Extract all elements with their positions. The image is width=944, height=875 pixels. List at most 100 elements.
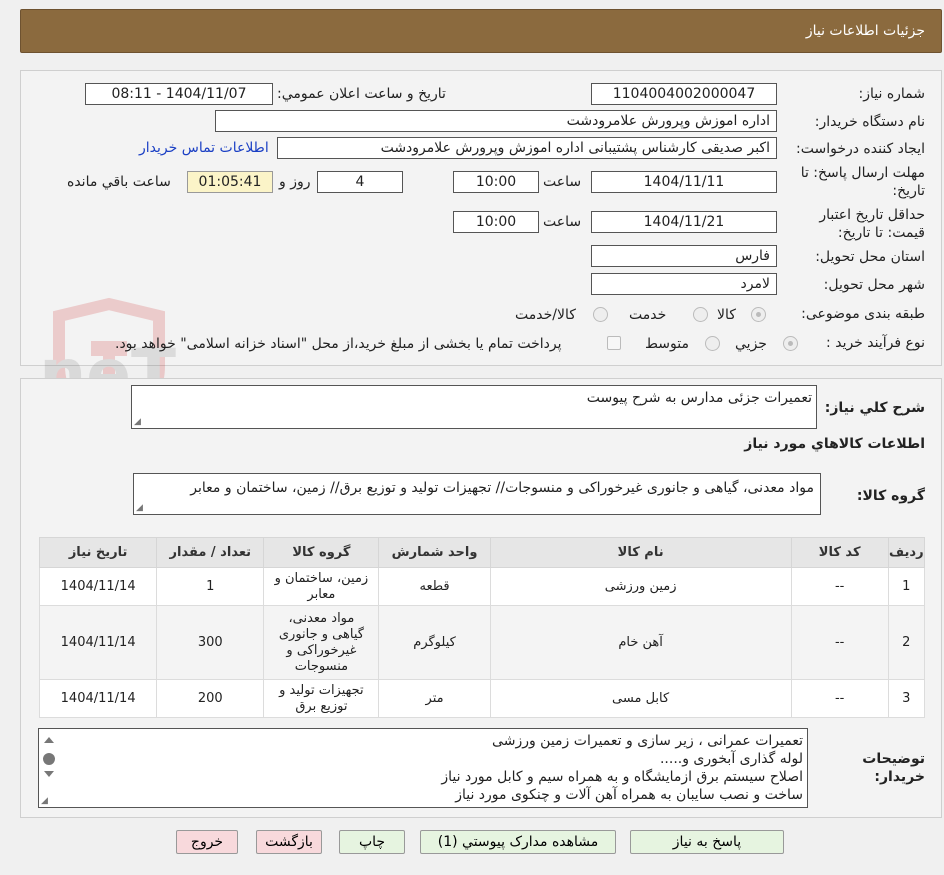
col-name: نام کالا: [489, 537, 792, 568]
col-unit: واحد شمارش: [378, 537, 491, 568]
city-field: لامرد: [591, 273, 777, 295]
cell-group: مواد معدنی، گیاهی و جانوری غیرخوراکی و م…: [263, 605, 380, 680]
category-goods-label: کالا: [717, 307, 736, 323]
col-date: تاريخ نياز: [38, 537, 158, 568]
cell-row: 2: [887, 605, 926, 680]
group-line: معابر: [307, 586, 336, 602]
need-number-field: 1104004002000047: [591, 83, 777, 105]
group-line: مواد معدنی،: [288, 610, 355, 626]
need-info-panel: AriaTender.neT شماره نیاز: 1104004002000…: [20, 70, 942, 435]
resize-grip-icon[interactable]: ◢: [136, 503, 143, 513]
validity-label: حداقل تاريخ اعتبار: [819, 207, 925, 223]
buyer-notes-textarea[interactable]: تعمیرات عمرانی ، زیر سازی و تعمیرات زمین…: [38, 728, 808, 808]
note-line: ساخت و نصب سایبان به همراه آهن آلات و چن…: [455, 787, 803, 803]
table-row: 1 -- زمین ورزشی قطعه زمین، ساختمان و معا…: [38, 567, 926, 606]
validity-time-field: 10:00: [453, 211, 539, 233]
need-number-label: شماره نیاز:: [858, 86, 926, 102]
cell-name: کابل مسی: [489, 679, 792, 718]
process-medium-radio[interactable]: [705, 336, 720, 351]
cell-date: 1404/11/14: [38, 567, 158, 606]
note-line: تعمیرات عمرانی ، زیر سازی و تعمیرات زمین…: [492, 733, 803, 749]
table-header-row: رديف کد کالا نام کالا واحد شمارش گروه کا…: [38, 537, 926, 568]
requester-field: اکبر صدیقی کارشناس پشتیبانی اداره اموزش …: [277, 137, 777, 159]
goods-section-title: اطلاعات کالاهاي مورد نياز: [744, 436, 925, 452]
cell-date: 1404/11/14: [38, 679, 158, 718]
notes-scrollbar[interactable]: [41, 733, 57, 805]
cell-date: 1404/11/14: [38, 605, 158, 680]
process-small-radio[interactable]: [783, 336, 798, 351]
remaining-time-label: ساعت باقي مانده: [67, 174, 171, 190]
scroll-up-icon: [44, 737, 54, 743]
cell-code: --: [790, 605, 889, 680]
print-button[interactable]: چاپ: [339, 830, 405, 854]
goods-group-label: گروه کالا:: [856, 488, 925, 504]
description-text: تعمیرات جزئی مدارس به شرح پیوست: [586, 390, 812, 406]
buyer-org-label: نام دستگاه خريدار:: [814, 114, 925, 130]
goods-group-textarea[interactable]: مواد معدنی، گیاهی و جانوری غیرخوراکی و م…: [133, 473, 821, 515]
cell-qty: 300: [156, 605, 265, 680]
note-line: اصلاح سیستم برق ازمایشگاه و به همراه سیم…: [441, 769, 803, 785]
col-qty: تعداد / مقدار: [156, 537, 265, 568]
page-header: جزئیات اطلاعات نیاز: [20, 9, 942, 53]
province-field: فارس: [591, 245, 777, 267]
note-line: لوله گذاری آبخوری و.....: [659, 751, 803, 767]
cell-name: زمین ورزشی: [489, 567, 792, 606]
process-label: نوع فرآيند خريد :: [826, 335, 925, 351]
description-label: شرح کلي نياز:: [824, 400, 925, 416]
group-line: تجهیزات تولید و: [279, 682, 364, 698]
group-line: زمین، ساختمان و: [274, 570, 369, 586]
cell-group: زمین، ساختمان و معابر: [263, 567, 380, 606]
page-title: جزئیات اطلاعات نیاز: [805, 23, 925, 39]
category-label: طبقه بندی موضوعی:: [801, 306, 925, 322]
col-row: رديف: [887, 537, 926, 568]
col-group: گروه کالا: [263, 537, 380, 568]
cell-qty: 1: [156, 567, 265, 606]
category-service-label: خدمت: [629, 307, 667, 323]
scroll-down-icon: [44, 771, 54, 777]
cell-row: 3: [887, 679, 926, 718]
reply-button[interactable]: پاسخ به نياز: [630, 830, 784, 854]
deadline-label: مهلت ارسال پاسخ: تا: [800, 165, 925, 181]
deadline-time-field: 10:00: [453, 171, 539, 193]
description-textarea[interactable]: تعمیرات جزئی مدارس به شرح پیوست ◢: [131, 385, 817, 429]
deadline-label-cont: تاريخ:: [892, 183, 925, 199]
table-row: 2 -- آهن خام کیلوگرم مواد معدنی، گیاهی و…: [38, 605, 926, 680]
remaining-days-field: 4: [317, 171, 403, 193]
group-line: غیرخوراکی و: [286, 642, 357, 658]
cell-unit: کیلوگرم: [378, 605, 491, 680]
cell-qty: 200: [156, 679, 265, 718]
announce-date-label: تاریخ و ساعت اعلان عمومي:: [277, 86, 446, 102]
cell-code: --: [790, 679, 889, 718]
deadline-date-field: 1404/11/11: [591, 171, 777, 193]
validity-label-cont: قيمت: تا تاريخ:: [837, 225, 925, 241]
buyer-contact-link[interactable]: اطلاعات تماس خريدار: [139, 140, 269, 156]
cell-row: 1: [887, 567, 926, 606]
scroll-thumb: [43, 753, 55, 765]
back-button[interactable]: بازگشت: [256, 830, 322, 854]
table-row: 3 -- کابل مسی متر تجهیزات تولید و توزیع …: [38, 679, 926, 718]
category-goods-service-radio[interactable]: [593, 307, 608, 322]
group-line: منسوجات: [294, 658, 349, 674]
process-medium-label: متوسط: [645, 336, 689, 352]
category-goods-radio[interactable]: [751, 307, 766, 322]
view-attachments-button[interactable]: مشاهده مدارک پيوستي (1): [420, 830, 616, 854]
process-small-label: جزیي: [735, 336, 767, 352]
cell-group: تجهیزات تولید و توزیع برق: [263, 679, 380, 718]
category-service-radio[interactable]: [693, 307, 708, 322]
group-line: توزیع برق: [295, 698, 348, 714]
resize-grip-icon[interactable]: ◢: [134, 417, 141, 427]
cell-unit: قطعه: [378, 567, 491, 606]
exit-button[interactable]: خروج: [176, 830, 238, 854]
days-label: روز و: [279, 174, 311, 190]
cell-unit: متر: [378, 679, 491, 718]
treasury-note: پرداخت تمام يا بخشی از مبلغ خريد،از محل …: [115, 336, 562, 352]
buyer-notes-label-cont: خريدار:: [874, 769, 925, 785]
buyer-notes-label: توضيحات: [862, 751, 925, 767]
remaining-time-field: 01:05:41: [187, 171, 273, 193]
validity-date-field: 1404/11/21: [591, 211, 777, 233]
col-code: کد کالا: [790, 537, 889, 568]
city-label: شهر محل تحويل:: [823, 277, 925, 293]
treasury-checkbox[interactable]: [607, 336, 621, 350]
requester-label: ايجاد کننده درخواست:: [796, 141, 925, 157]
goods-table: رديف کد کالا نام کالا واحد شمارش گروه کا…: [38, 537, 926, 718]
